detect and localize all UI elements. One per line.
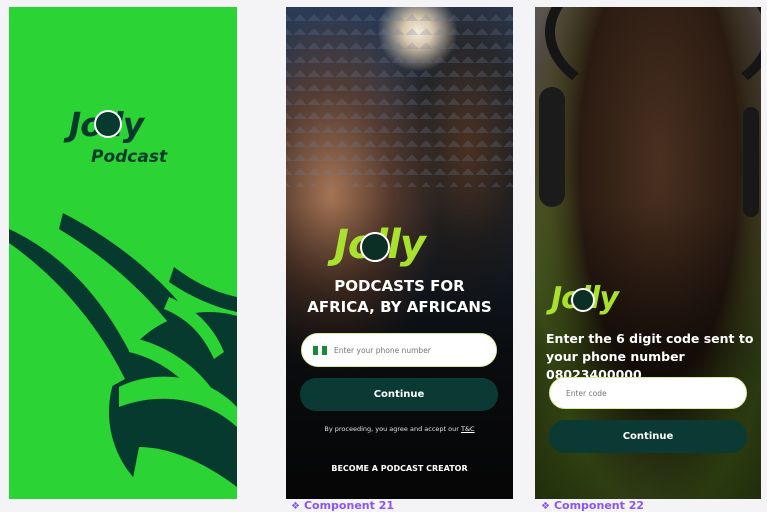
tagline-line-2: AFRICA, BY AFRICANS bbox=[307, 298, 492, 316]
tagline-line-1: PODCASTS FOR bbox=[334, 277, 465, 295]
terms-link[interactable]: T&C bbox=[461, 425, 475, 433]
terms-text: By proceeding, you agree and accept our … bbox=[286, 425, 513, 433]
football-icon bbox=[571, 288, 595, 312]
signup-screen: Jolly PODCASTS FOR AFRICA, BY AFRICANS C… bbox=[286, 7, 513, 499]
phone-field[interactable] bbox=[301, 333, 497, 367]
component-icon: ❖ bbox=[291, 501, 300, 512]
component-icon: ❖ bbox=[541, 501, 550, 512]
code-field[interactable] bbox=[549, 377, 747, 409]
verify-screen: Jolly Enter the 6 digit code sent to you… bbox=[535, 7, 761, 499]
continue-button[interactable]: Continue bbox=[300, 378, 498, 411]
nigeria-flag-icon bbox=[313, 345, 328, 355]
code-input[interactable] bbox=[564, 387, 738, 399]
ball-graphic bbox=[9, 213, 237, 499]
terms-prefix: By proceeding, you agree and accept our bbox=[324, 425, 459, 433]
instruction-text: Enter the 6 digit code sent to your phon… bbox=[546, 331, 754, 382]
continue-button[interactable]: Continue bbox=[549, 420, 747, 453]
football-icon bbox=[360, 232, 390, 262]
become-creator-link[interactable]: BECOME A PODCAST CREATOR bbox=[286, 464, 513, 473]
phone-input[interactable] bbox=[332, 344, 496, 356]
splash-screen: Jolly Podcast bbox=[9, 7, 237, 499]
